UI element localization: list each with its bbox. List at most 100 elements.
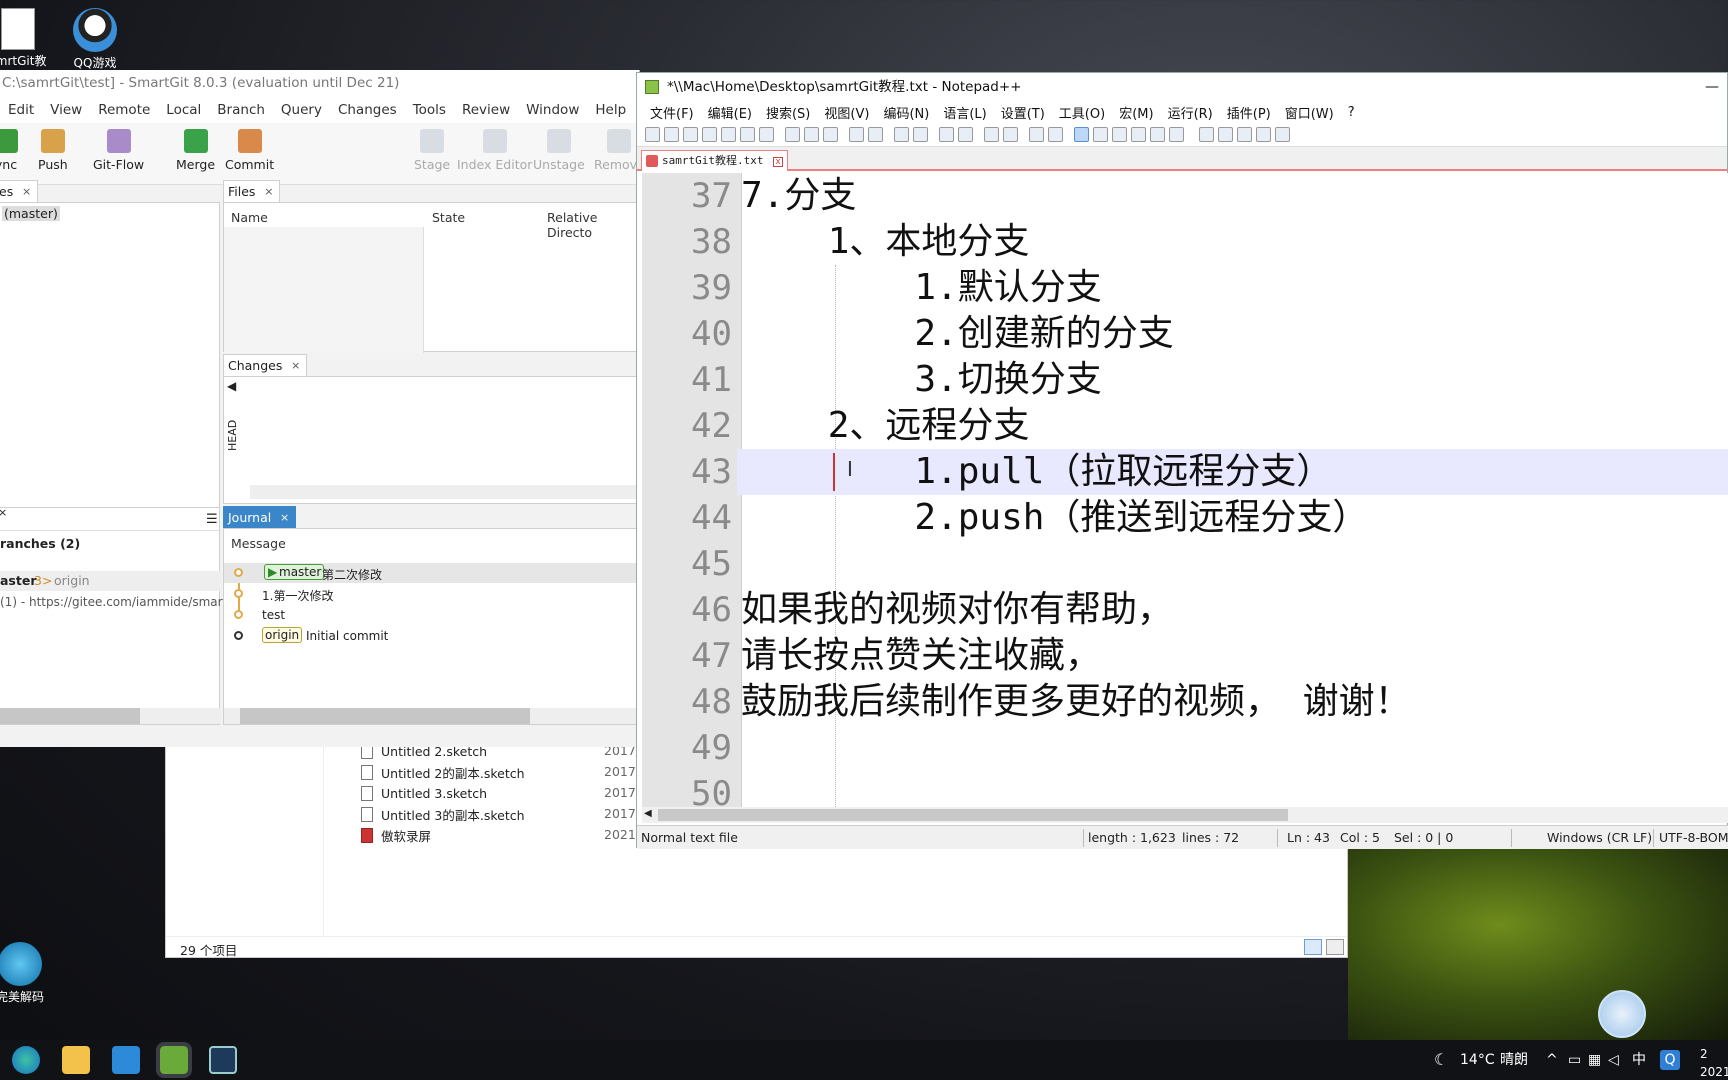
indent-guide-icon[interactable] xyxy=(1074,127,1089,142)
list-item[interactable]: Untitled 3.sketch xyxy=(361,783,487,804)
index-editor-button[interactable]: Index Editor xyxy=(457,129,532,172)
menu-review[interactable]: Review xyxy=(454,102,518,118)
replace-icon[interactable] xyxy=(913,127,928,142)
menu-window[interactable]: 窗口(W) xyxy=(1278,103,1341,122)
menu-help[interactable]: ? xyxy=(1341,105,1362,120)
column-header-relative-directory[interactable]: Relative Directo xyxy=(547,210,639,240)
branch-row-master[interactable]: aster 3> origin xyxy=(0,571,221,591)
playback-icon[interactable] xyxy=(1237,127,1252,142)
close-icon[interactable]: x xyxy=(773,157,784,167)
menu-language[interactable]: 语言(L) xyxy=(936,103,993,122)
close-file-icon[interactable] xyxy=(721,127,736,142)
save-macro-icon[interactable] xyxy=(1275,127,1290,142)
monitoring-icon[interactable] xyxy=(1169,127,1184,142)
column-header-message[interactable]: Message xyxy=(231,536,286,551)
desktop-icon-qq-game[interactable]: QQ游戏 xyxy=(55,8,135,71)
scroll-left-icon[interactable]: ◀ xyxy=(644,808,652,819)
open-file-icon[interactable] xyxy=(664,127,679,142)
menu-settings[interactable]: 设置(T) xyxy=(994,103,1052,122)
menu-changes[interactable]: Changes xyxy=(330,102,405,118)
redo-icon[interactable] xyxy=(868,127,883,142)
editor[interactable]: 37 7.分支 38 1、本地分支 39 1.默认分支 40 2.创建新的分支 4… xyxy=(637,173,1728,809)
save-all-icon[interactable] xyxy=(702,127,717,142)
undo-icon[interactable] xyxy=(849,127,864,142)
close-icon[interactable]: × xyxy=(22,181,31,203)
stop-recording-icon[interactable] xyxy=(1218,127,1233,142)
paste-icon[interactable] xyxy=(823,127,838,142)
close-icon[interactable]: × xyxy=(280,507,289,529)
menu-icon[interactable]: ☰ xyxy=(206,512,218,527)
desktop-icon-smartgit[interactable]: smrtGit教 xyxy=(0,8,58,69)
weather-temp[interactable]: 14°C xyxy=(1460,1040,1495,1080)
table-row[interactable]: ▶ master 第二次修改 xyxy=(224,563,639,583)
run-macro-multiple-icon[interactable] xyxy=(1256,127,1271,142)
column-header-name[interactable]: Name xyxy=(231,210,268,225)
tab-journal[interactable]: Journal × xyxy=(223,506,297,529)
weather-desc[interactable]: 晴朗 xyxy=(1500,1040,1528,1080)
list-item[interactable]: Untitled 3的副本.sketch xyxy=(361,804,525,825)
new-file-icon[interactable] xyxy=(645,127,660,142)
menu-run[interactable]: 运行(R) xyxy=(1161,103,1220,122)
screen-recorder-icon[interactable] xyxy=(112,1046,140,1074)
folder-workspace-icon[interactable] xyxy=(1150,127,1165,142)
sync-horizontal-icon[interactable] xyxy=(1003,127,1018,142)
column-header-state[interactable]: State xyxy=(432,210,465,225)
menu-window[interactable]: Window xyxy=(518,102,587,118)
menu-plugins[interactable]: 插件(P) xyxy=(1220,103,1278,122)
zoom-out-icon[interactable] xyxy=(958,127,973,142)
network-icon[interactable]: ▦ xyxy=(1588,1040,1601,1080)
volume-icon[interactable]: ◁ xyxy=(1608,1040,1619,1080)
menu-macro[interactable]: 宏(M) xyxy=(1112,103,1160,122)
menu-edit[interactable]: Edit xyxy=(0,102,42,118)
edge-browser-icon[interactable] xyxy=(12,1046,40,1074)
commit-button[interactable]: Commit xyxy=(225,129,274,172)
notepad-plus-plus-icon[interactable] xyxy=(156,1042,192,1078)
clock-date[interactable]: 2021 xyxy=(1700,1052,1728,1080)
file-explorer-icon[interactable] xyxy=(62,1046,90,1074)
search-app-icon[interactable]: Q xyxy=(1660,1050,1680,1070)
large-icons-view-icon[interactable] xyxy=(1326,939,1344,955)
zoom-in-icon[interactable] xyxy=(939,127,954,142)
merge-button[interactable]: Merge xyxy=(176,129,215,172)
menu-view[interactable]: 视图(V) xyxy=(817,103,876,122)
journal-scrollbar[interactable] xyxy=(224,708,639,724)
menu-tools[interactable]: 工具(O) xyxy=(1052,103,1112,122)
find-icon[interactable] xyxy=(894,127,909,142)
repo-item[interactable]: (master) xyxy=(2,206,60,221)
doc-map-icon[interactable] xyxy=(1112,127,1127,142)
copy-icon[interactable] xyxy=(804,127,819,142)
table-row[interactable]: 1.第一次修改 xyxy=(224,584,639,604)
horizontal-scrollbar[interactable]: ◀ xyxy=(642,807,1728,823)
menu-edit[interactable]: 编辑(E) xyxy=(701,103,759,122)
menu-help[interactable]: Help xyxy=(587,102,634,118)
tab-changes[interactable]: Changes × xyxy=(223,354,308,376)
menu-local[interactable]: Local xyxy=(158,102,209,118)
minimize-button[interactable]: — xyxy=(1705,73,1719,101)
function-list-icon[interactable] xyxy=(1131,127,1146,142)
weather-icon[interactable]: ☾ xyxy=(1434,1040,1448,1080)
define-language-icon[interactable] xyxy=(1093,127,1108,142)
branches-scrollbar[interactable] xyxy=(0,708,221,724)
menu-branch[interactable]: Branch xyxy=(209,102,273,118)
tab-repositories[interactable]: es × xyxy=(0,180,39,203)
unstage-button[interactable]: Unstage xyxy=(533,129,585,172)
menu-file[interactable]: 文件(F) xyxy=(643,103,701,122)
encoding[interactable]: UTF-8-BOM xyxy=(1659,830,1728,845)
eol-format[interactable]: Windows (CR LF) xyxy=(1547,830,1652,845)
table-row[interactable]: test xyxy=(224,605,639,625)
smartgit-icon[interactable] xyxy=(209,1046,237,1074)
menu-view[interactable]: View xyxy=(42,102,90,118)
close-icon[interactable]: × xyxy=(0,506,7,519)
stage-button[interactable]: Stage xyxy=(414,129,450,172)
changes-scrollbar[interactable] xyxy=(250,485,639,499)
tab-samrtgit-txt[interactable]: samrtGit教程.txt x xyxy=(641,150,789,171)
menu-search[interactable]: 搜索(S) xyxy=(759,103,817,122)
list-item[interactable]: Untitled 2的副本.sketch xyxy=(361,762,525,783)
word-wrap-icon[interactable] xyxy=(1029,127,1044,142)
remove-button[interactable]: Remove xyxy=(594,129,639,172)
close-all-icon[interactable] xyxy=(740,127,755,142)
sync-vertical-icon[interactable] xyxy=(984,127,999,142)
print-icon[interactable] xyxy=(759,127,774,142)
sync-button[interactable]: ync xyxy=(0,129,18,172)
cut-icon[interactable] xyxy=(785,127,800,142)
